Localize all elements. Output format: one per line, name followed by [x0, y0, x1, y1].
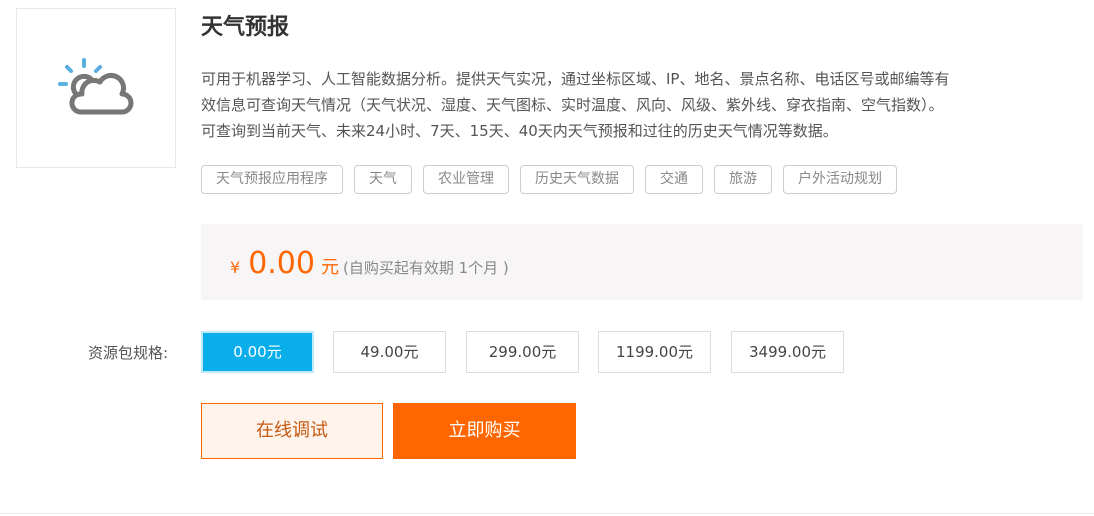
tag[interactable]: 交通 — [645, 165, 703, 194]
buy-now-button[interactable]: 立即购买 — [393, 403, 576, 459]
tag[interactable]: 户外活动规划 — [783, 165, 897, 194]
spec-option[interactable]: 3499.00元 — [731, 331, 844, 373]
divider — [0, 513, 1094, 514]
tag[interactable]: 天气 — [354, 165, 412, 194]
validity-note: (自购买起有效期 1个月 ) — [342, 259, 509, 277]
description-line: 可查询到当前天气、未来24小时、7天、15天、40天内天气预报和过往的历史天气情… — [201, 122, 838, 140]
product-logo — [16, 8, 176, 168]
spec-option[interactable]: 49.00元 — [333, 331, 446, 373]
tag-list: 天气预报应用程序 天气 农业管理 历史天气数据 交通 旅游 户外活动规划 — [201, 165, 897, 194]
partly-cloudy-icon — [58, 58, 134, 115]
product-title: 天气预报 — [201, 15, 290, 40]
online-test-button[interactable]: 在线调试 — [201, 403, 383, 459]
currency-symbol: ¥ — [230, 258, 241, 277]
description-line: 可用于机器学习、人工智能数据分析。提供天气实况，通过坐标区域、IP、地名、景点名… — [201, 70, 950, 88]
spec-option-selected[interactable]: 0.00元 — [201, 331, 314, 373]
price: ¥ 0.00 元 (自购买起有效期 1个月 ) — [230, 246, 509, 281]
tag[interactable]: 旅游 — [714, 165, 772, 194]
product-description: 可用于机器学习、人工智能数据分析。提供天气实况，通过坐标区域、IP、地名、景点名… — [201, 66, 1081, 144]
spec-option[interactable]: 299.00元 — [466, 331, 579, 373]
price-amount: 0.00 — [248, 246, 315, 281]
spec-label: 资源包规格: — [88, 344, 169, 362]
spec-option[interactable]: 1199.00元 — [598, 331, 711, 373]
description-line: 效信息可查询天气情况（天气状况、湿度、天气图标、实时温度、风向、风级、紫外线、穿… — [201, 96, 944, 114]
tag[interactable]: 农业管理 — [423, 165, 509, 194]
price-unit: 元 — [320, 257, 339, 278]
tag[interactable]: 天气预报应用程序 — [201, 165, 343, 194]
tag[interactable]: 历史天气数据 — [520, 165, 634, 194]
price-panel: ¥ 0.00 元 (自购买起有效期 1个月 ) — [201, 224, 1083, 300]
